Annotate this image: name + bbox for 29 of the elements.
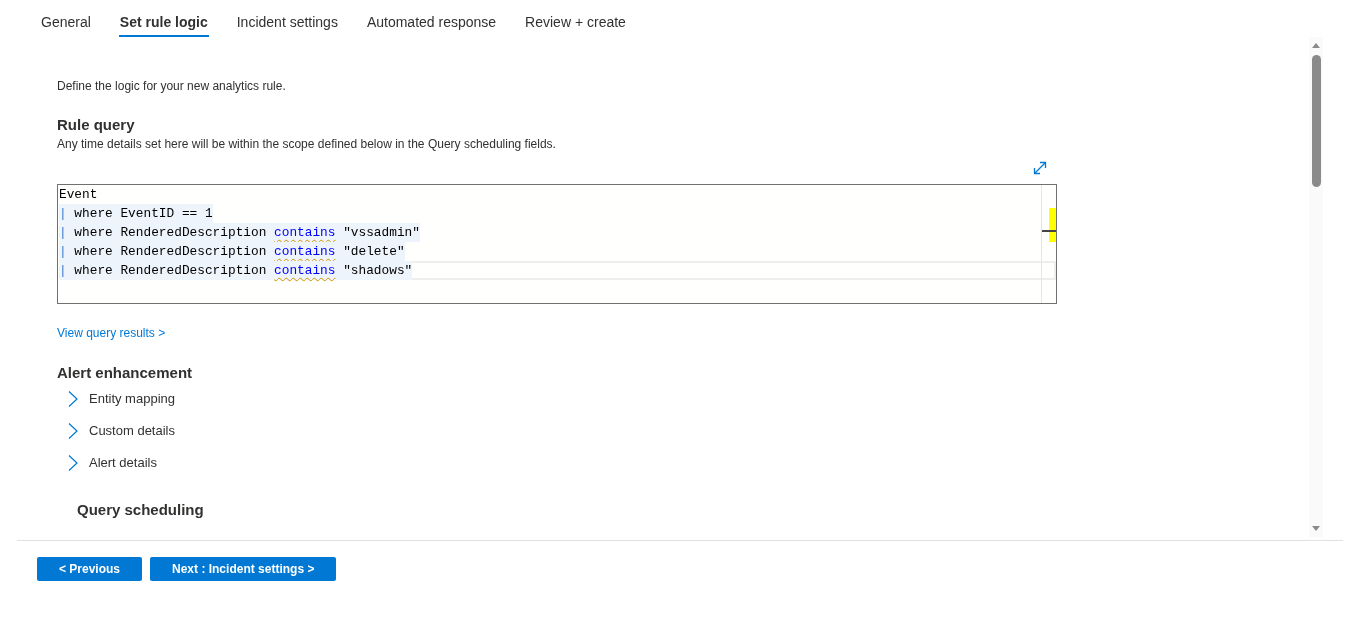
expand-icon[interactable] (1032, 160, 1048, 176)
section-expander[interactable]: Alert details (57, 451, 175, 475)
section-heading: Query scheduling (77, 500, 204, 520)
section-description: Any time details set here will be within the scope defined below in the Query scheduling fields. (57, 136, 556, 152)
tab[interactable]: Review + create (524, 0, 627, 37)
intro-text: Define the logic for your new analytics rule. (57, 78, 286, 94)
scrollbar-thumb[interactable] (1311, 55, 1321, 187)
tab[interactable]: Incident settings (235, 0, 339, 37)
section-expander[interactable]: Custom details (57, 419, 175, 443)
chevron-icon (68, 423, 78, 439)
section-heading: Alert enhancement (57, 363, 193, 383)
tab[interactable]: Set rule logic (118, 0, 209, 37)
ruler-match-marker (1049, 208, 1056, 242)
code-line: | where RenderedDescription contains "shadows" (59, 261, 1056, 280)
section-heading: Rule query (57, 115, 135, 135)
scroll-up-icon[interactable] (1312, 43, 1320, 48)
nav-button[interactable]: < Previous (37, 557, 143, 581)
tab[interactable]: General (40, 0, 92, 37)
chevron-icon (68, 455, 78, 471)
scroll-down-icon[interactable] (1312, 526, 1320, 531)
ruler-cursor-marker (1042, 230, 1056, 232)
nav-button[interactable]: Next : Incident settings > (150, 557, 337, 581)
scrollbar[interactable] (1309, 37, 1323, 537)
query-editor[interactable]: Event | where EventID == 1 | where RenderedDescription contains "vssadmin" | where RenderedDescription contains "delete" | where RenderedDescription contains "shadows" (57, 184, 1057, 304)
view-results-link[interactable]: View query results > (57, 325, 166, 341)
section-expander[interactable]: Entity mapping (57, 387, 175, 411)
tab[interactable]: Automated response (365, 0, 498, 37)
chevron-icon (68, 391, 78, 407)
code-line: Event (59, 186, 98, 204)
